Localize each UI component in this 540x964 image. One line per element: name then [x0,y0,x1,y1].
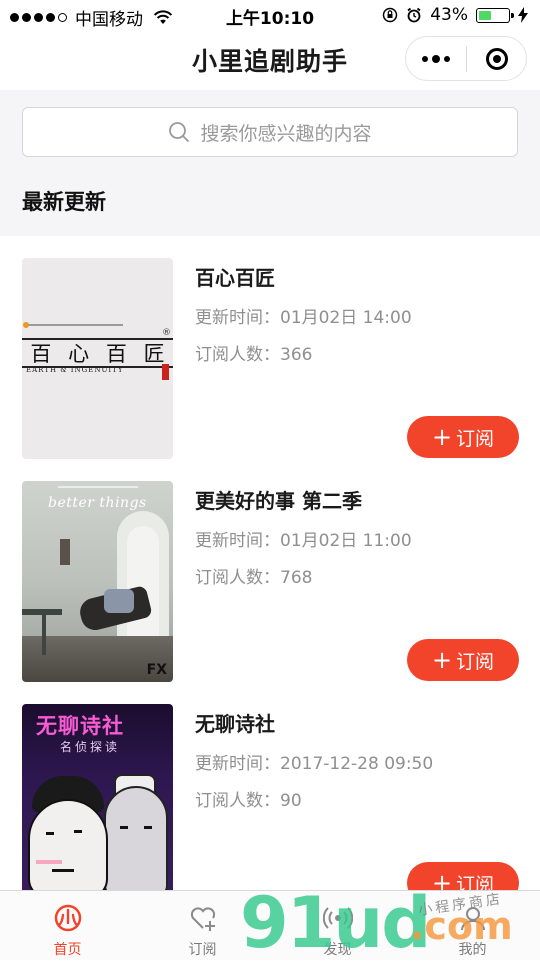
tab-home[interactable]: 首页 [0,891,135,960]
network-logo: FX [146,662,167,678]
status-right: 43% [382,5,528,25]
search-icon [169,122,190,143]
tab-bar: 首页 订阅 发现 我的 [0,890,540,960]
subscribe-button[interactable]: + 订阅 [407,639,519,681]
show-poster[interactable]: 无聊诗社 名侦探读 [22,704,173,905]
tab-label: 我的 [458,942,487,958]
tab-subscribe[interactable]: 订阅 [135,891,270,960]
poster-subtitle: EARTH & INGENUITY [26,366,124,374]
show-poster[interactable]: ® 百心百匠 EARTH & INGENUITY [22,258,173,459]
subscribe-label: 订阅 [456,650,495,673]
subscriber-count: 订阅人数：90 [195,791,302,811]
miniprogram-capsule [405,36,527,81]
tab-label: 首页 [53,942,82,958]
plus-icon: + [431,423,453,451]
nav-bar: 小里追剧助手 [0,30,540,90]
show-title[interactable]: 更美好的事 第二季 [195,485,362,514]
poster-title: better things [48,495,147,511]
tab-mine[interactable]: 我的 [405,891,540,960]
more-dots-icon [422,55,428,62]
charging-icon [518,7,528,23]
plus-icon: + [431,646,453,674]
user-icon [460,907,485,931]
rotation-lock-icon [382,7,398,23]
status-bar: 中国移动 上午10:10 43% [0,0,540,30]
update-time: 更新时间：01月02日 14:00 [195,308,412,328]
update-time: 更新时间：2017-12-28 09:50 [195,754,434,774]
discover-icon [322,907,353,929]
heart-plus-icon [190,907,215,931]
target-icon [485,47,508,70]
show-title[interactable]: 百心百匠 [195,262,275,291]
poster-subtitle: 名侦探读 [60,740,121,754]
subscriber-count: 订阅人数：768 [195,568,313,588]
show-card[interactable]: better things FX 更美好的事 第二季 更新时间：01月02日 1… [0,459,540,682]
section-title: 最新更新 [22,190,106,214]
tab-discover[interactable]: 发现 [270,891,405,960]
update-time: 更新时间：01月02日 11:00 [195,531,412,551]
search-placeholder: 搜索你感兴趣的内容 [200,122,372,145]
home-icon [54,904,81,932]
show-card[interactable]: 无聊诗社 名侦探读 无聊诗社 更新时间：2017-12-28 09:50 订阅人… [0,682,540,905]
subscribe-label: 订阅 [456,427,495,450]
seal-mark [162,364,169,380]
close-miniprogram-button[interactable] [467,47,526,70]
alarm-icon [407,7,421,23]
tab-label: 订阅 [188,942,217,958]
subscriber-count: 订阅人数：366 [195,345,313,365]
show-card[interactable]: ® 百心百匠 EARTH & INGENUITY 百心百匠 更新时间：01月02… [0,236,540,459]
poster-title: 百心百匠 [30,342,165,366]
more-button[interactable] [406,37,466,80]
poster-title: 无聊诗社 [36,714,124,738]
show-title[interactable]: 无聊诗社 [195,708,275,737]
battery-icon [476,7,514,23]
search-input[interactable]: 搜索你感兴趣的内容 [22,107,518,157]
subscribe-button[interactable]: + 订阅 [407,416,519,458]
battery-percent: 43% [430,5,468,25]
header-area: 搜索你感兴趣的内容 最新更新 [0,90,540,236]
tab-label: 发现 [323,942,352,958]
show-poster[interactable]: better things FX [22,481,173,682]
